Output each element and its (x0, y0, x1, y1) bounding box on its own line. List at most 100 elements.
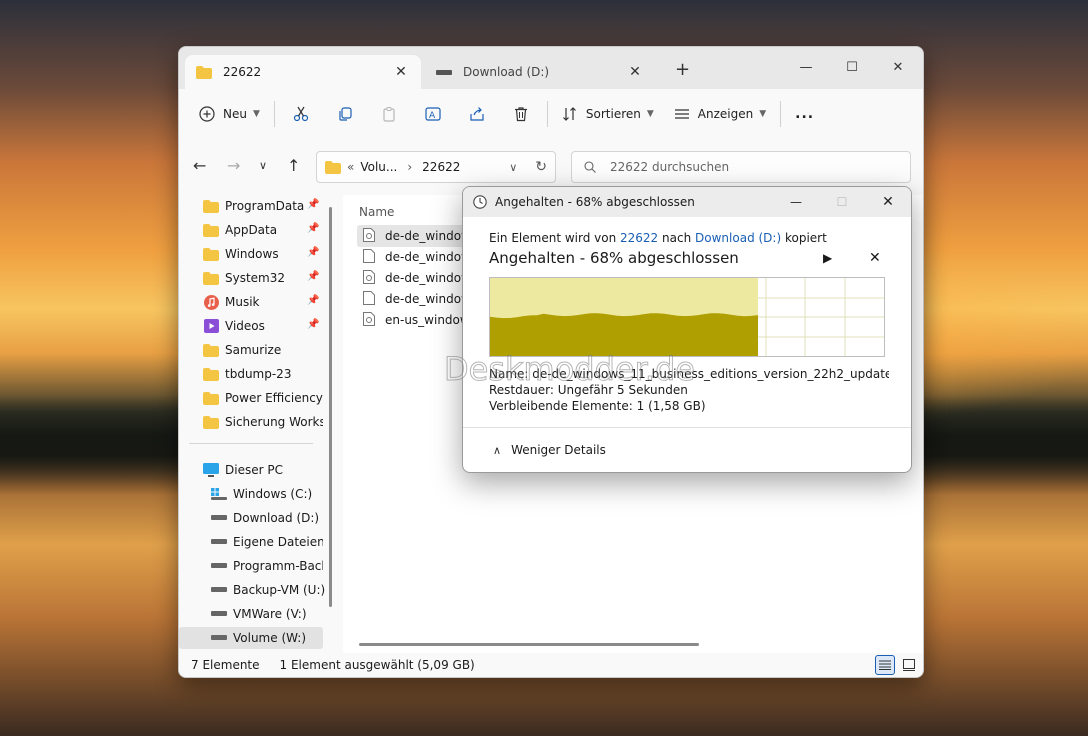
tab-22622[interactable]: 22622 ✕ (185, 55, 421, 89)
sidebar-scrollbar[interactable] (329, 207, 332, 607)
clock-icon (473, 195, 487, 209)
sort-button[interactable]: Sortieren ▼ (552, 97, 664, 131)
pin-icon[interactable]: 📌 (307, 319, 319, 330)
sort-label: Sortieren (585, 107, 641, 121)
recent-locations-icon[interactable]: ∨ (259, 159, 267, 172)
selection-info: 1 Element ausgewählt (5,09 GB) (279, 658, 475, 672)
remaining-items-row: Verbleibende Elemente: 1 (1,58 GB) (489, 399, 706, 413)
sidebar-item-drive-u[interactable]: Backup-VM (U:) (211, 579, 331, 601)
rename-icon: A (425, 107, 441, 121)
sidebar-item-drive-c[interactable]: Windows (C:) (211, 483, 331, 505)
breadcrumb-22622[interactable]: 22622 (422, 160, 460, 174)
tab-label: 22622 (223, 65, 262, 79)
folder-icon (325, 160, 341, 174)
folder-icon (203, 271, 219, 285)
up-arrow-icon[interactable]: ↑ (287, 156, 300, 175)
progress-heading: Angehalten - 68% abgeschlossen (489, 249, 739, 267)
overflow-chevron-icon[interactable]: « (347, 160, 354, 174)
status-bar: 7 Elemente 1 Element ausgewählt (5,09 GB… (179, 653, 923, 677)
folder-icon (203, 247, 219, 261)
item-count: 7 Elemente (191, 658, 260, 672)
dialog-minimize-button[interactable]: — (773, 187, 819, 217)
sidebar-item-drive-e[interactable]: Eigene Dateien (E (211, 531, 323, 553)
address-bar[interactable]: « Volu... › 22622 ∨ ↻ (316, 151, 556, 183)
sidebar-item-programdata[interactable]: ProgramData (203, 195, 323, 217)
pin-icon[interactable]: 📌 (307, 271, 319, 282)
sidebar-item-musik[interactable]: Musik (203, 291, 323, 313)
drive-icon (211, 587, 227, 593)
breadcrumb-separator-icon: › (407, 160, 413, 174)
maximize-button[interactable]: ☐ (829, 53, 875, 81)
drive-icon (211, 539, 227, 545)
dialog-title-bar: Angehalten - 68% abgeschlossen — ☐ ✕ (463, 187, 911, 217)
new-button[interactable]: Neu ▼ (189, 97, 270, 131)
navigation-pane: ProgramData 📌 AppData 📌 Windows 📌 System… (179, 195, 343, 653)
sidebar-item-drive-programm-backup[interactable]: Programm-Backu (211, 555, 323, 577)
sidebar-item-power-efficiency[interactable]: Power Efficiency D (203, 387, 323, 409)
sidebar-item-appdata[interactable]: AppData (203, 219, 323, 241)
cut-button[interactable] (279, 97, 323, 131)
drive-icon (211, 635, 227, 641)
search-box[interactable]: 22622 durchsuchen (571, 151, 911, 183)
sidebar-item-tbdump[interactable]: tbdump-23 (203, 363, 323, 385)
refresh-icon[interactable]: ↻ (535, 159, 547, 175)
view-button[interactable]: Anzeigen ▼ (664, 97, 776, 131)
more-options-button[interactable]: ... (785, 97, 824, 131)
tiles-view-icon[interactable] (901, 657, 917, 673)
pin-icon[interactable]: 📌 (307, 295, 319, 306)
chevron-down-icon: ▼ (646, 109, 654, 119)
folder-icon (203, 343, 219, 357)
less-details-button[interactable]: ∧ Weniger Details (493, 443, 606, 457)
copy-button[interactable] (323, 97, 367, 131)
close-window-button[interactable]: ✕ (875, 53, 921, 81)
rename-button[interactable]: A (411, 97, 455, 131)
source-link[interactable]: 22622 (620, 231, 658, 245)
horizontal-scrollbar[interactable] (359, 643, 699, 646)
sidebar-item-videos[interactable]: Videos (203, 315, 323, 337)
new-tab-button[interactable]: + (675, 59, 690, 80)
progress-graph-svg (490, 278, 884, 356)
new-label: Neu (223, 107, 247, 121)
file-icon (363, 248, 377, 266)
destination-link[interactable]: Download (D:) (695, 231, 781, 245)
chevron-up-icon: ∧ (493, 443, 502, 457)
forward-arrow-icon[interactable]: → (227, 156, 240, 175)
close-tab-icon[interactable]: ✕ (625, 64, 645, 80)
disc-image-file-icon (363, 311, 377, 329)
dialog-maximize-button[interactable]: ☐ (819, 187, 865, 217)
sidebar-item-system32[interactable]: System32 (203, 267, 323, 289)
column-header-name[interactable]: Name (359, 205, 394, 219)
close-tab-icon[interactable]: ✕ (391, 64, 411, 80)
svg-text:A: A (429, 111, 436, 121)
sidebar-item-samurize[interactable]: Samurize (203, 339, 323, 361)
sidebar-item-windows[interactable]: Windows (203, 243, 323, 265)
back-arrow-icon[interactable]: ← (193, 156, 206, 175)
sidebar-item-drive-d[interactable]: Download (D:) (211, 507, 331, 529)
folder-icon (203, 391, 219, 405)
pin-icon[interactable]: 📌 (307, 223, 319, 234)
breadcrumb-volume[interactable]: Volu... (360, 160, 397, 174)
delete-button[interactable] (499, 97, 543, 131)
sidebar-item-this-pc[interactable]: Dieser PC (203, 459, 323, 481)
pin-icon[interactable]: 📌 (307, 247, 319, 258)
paste-button[interactable] (367, 97, 411, 131)
tab-download[interactable]: Download (D:) ✕ (425, 55, 655, 89)
cancel-x-icon[interactable]: ✕ (869, 250, 881, 266)
pin-icon[interactable]: 📌 (307, 199, 319, 210)
minimize-button[interactable]: — (783, 53, 829, 81)
drive-icon (435, 68, 453, 76)
resume-play-icon[interactable]: ▶ (823, 251, 832, 265)
chevron-down-icon: ▼ (759, 109, 767, 119)
copy-summary: Ein Element wird von 22622 nach Download… (489, 231, 827, 245)
details-view-icon[interactable] (875, 655, 895, 675)
sidebar-item-drive-v[interactable]: VMWare (V:) (211, 603, 331, 625)
command-bar: Neu ▼ A Sortieren ▼ Anzeigen ▼ ... (179, 89, 923, 140)
sidebar-item-drive-w[interactable]: Volume (W:) (211, 627, 331, 649)
sort-icon (562, 107, 576, 121)
dialog-close-button[interactable]: ✕ (865, 187, 911, 217)
sidebar-item-sicherung[interactable]: Sicherung Worksta (203, 411, 323, 433)
separator (273, 101, 275, 127)
share-button[interactable] (455, 97, 499, 131)
address-dropdown-icon[interactable]: ∨ (509, 161, 517, 174)
folder-icon (203, 367, 219, 381)
